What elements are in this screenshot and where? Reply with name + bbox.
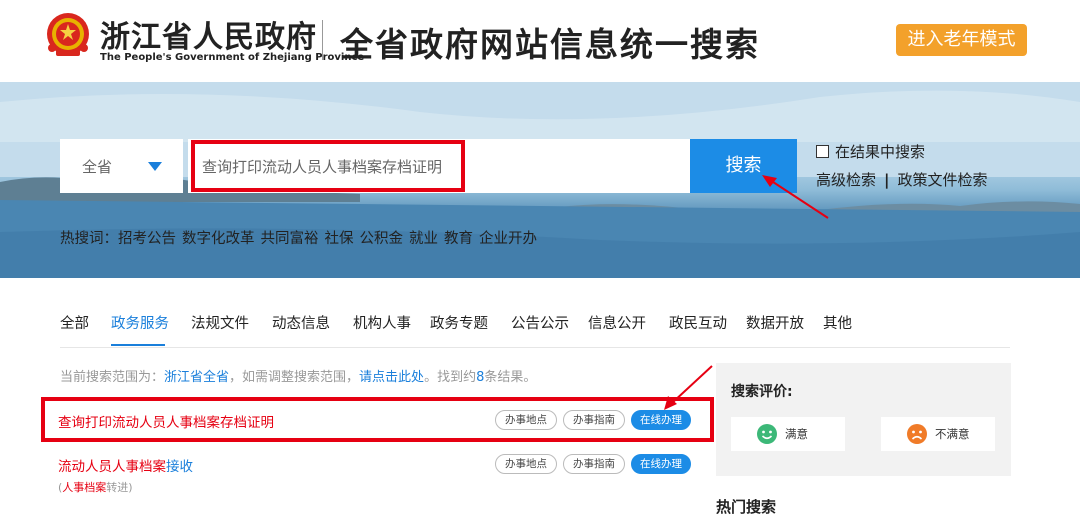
checkbox-icon xyxy=(816,145,829,158)
office-location-button[interactable]: 办事地点 xyxy=(495,410,557,430)
service-guide-button[interactable]: 办事指南 xyxy=(563,410,625,430)
scope-select-label: 全省 xyxy=(82,158,113,176)
rating-title: 搜索评价: xyxy=(731,384,793,400)
scope-select[interactable]: 全省 xyxy=(60,139,183,193)
scope-note-found: 。找到约 xyxy=(424,370,477,385)
tab-personnel[interactable]: 机构人事 xyxy=(353,312,411,333)
result-item: 流动人员人事档案接收 (人事档案转进) xyxy=(58,455,193,495)
result-title-link[interactable]: 流动人员人事档案接收 xyxy=(58,455,193,475)
scope-note-suffix: 条结果。 xyxy=(484,370,537,385)
hot-word[interactable]: 数字化改革 xyxy=(182,231,255,247)
scope-note-prefix: 当前搜索范围为： xyxy=(60,370,165,385)
search-in-results-checkbox[interactable]: 在结果中搜索 xyxy=(816,141,925,162)
site-name-en: The People's Government of Zhejiang Prov… xyxy=(100,52,365,63)
hot-word[interactable]: 公积金 xyxy=(360,231,404,247)
header-divider xyxy=(322,20,323,60)
search-in-results-label: 在结果中搜索 xyxy=(835,143,926,161)
advanced-search-link[interactable]: 高级检索 xyxy=(816,171,876,189)
result-title-keyword: 流动人员人事档案 xyxy=(58,459,166,475)
search-rating-panel: 搜索评价: 满意 不满意 xyxy=(716,363,1011,476)
change-scope-link[interactable]: 请点击此处 xyxy=(359,370,424,385)
tab-disclosure[interactable]: 信息公开 xyxy=(588,312,646,333)
tab-all[interactable]: 全部 xyxy=(60,312,89,333)
advanced-links: 高级检索 | 政策文件检索 xyxy=(816,169,988,190)
hot-word[interactable]: 社保 xyxy=(325,231,354,247)
hot-word[interactable]: 就业 xyxy=(409,231,438,247)
result-subtitle: (人事档案转进) xyxy=(58,479,193,495)
elder-mode-button[interactable]: 进入老年模式 xyxy=(896,24,1027,56)
link-separator: | xyxy=(884,171,890,189)
tab-interaction[interactable]: 政民互动 xyxy=(669,312,727,333)
unsatisfied-button[interactable]: 不满意 xyxy=(881,417,995,451)
hot-word[interactable]: 共同富裕 xyxy=(261,231,319,247)
result-title-rest: 接收 xyxy=(166,459,193,475)
unsatisfied-label: 不满意 xyxy=(935,427,970,441)
national-emblem-icon xyxy=(47,13,89,56)
search-scope-note: 当前搜索范围为：浙江省全省，如需调整搜索范围，请点击此处。找到约8条结果。 xyxy=(60,366,536,385)
tab-announcements[interactable]: 公告公示 xyxy=(511,312,569,333)
service-guide-button[interactable]: 办事指南 xyxy=(563,454,625,474)
satisfied-label: 满意 xyxy=(785,427,808,441)
tab-news[interactable]: 动态信息 xyxy=(272,312,330,333)
hot-word[interactable]: 招考公告 xyxy=(118,231,176,247)
active-tab-underline xyxy=(111,344,165,346)
satisfied-button[interactable]: 满意 xyxy=(731,417,845,451)
hot-word[interactable]: 企业开办 xyxy=(479,231,537,247)
policy-search-link[interactable]: 政策文件检索 xyxy=(898,171,988,189)
hot-word[interactable]: 教育 xyxy=(444,231,473,247)
tab-open-data[interactable]: 数据开放 xyxy=(746,312,804,333)
scope-name: 浙江省全省 xyxy=(164,370,230,385)
page-heading: 全省政府网站信息统一搜索 xyxy=(340,25,760,64)
office-location-button[interactable]: 办事地点 xyxy=(495,454,557,474)
result-sub-keyword: 人事档案 xyxy=(62,481,107,494)
smile-face-icon xyxy=(757,424,777,444)
search-input[interactable] xyxy=(188,139,690,193)
result-item: 查询打印流动人员人事档案存档证明 xyxy=(58,411,274,431)
tab-other[interactable]: 其他 xyxy=(823,312,852,333)
site-name: 浙江省人民政府 xyxy=(100,20,317,55)
hot-search-heading: 热门搜索 xyxy=(716,498,777,516)
category-tabs: 全部 政务服务 法规文件 动态信息 机构人事 政务专题 公告公示 信息公开 政民… xyxy=(60,310,1010,348)
scope-note-middle: ，如需调整搜索范围， xyxy=(229,370,360,385)
arrow-line xyxy=(671,365,713,404)
hot-words-label: 热搜词： xyxy=(60,231,118,247)
search-button[interactable]: 搜索 xyxy=(690,139,797,193)
online-service-button[interactable]: 在线办理 xyxy=(631,454,691,474)
tab-government-services[interactable]: 政务服务 xyxy=(111,312,169,333)
triangle-down-icon xyxy=(148,162,162,171)
arrow-head-icon xyxy=(664,396,677,410)
hot-search-words: 热搜词：招考公告 数字化改革 共同富裕 社保 公积金 就业 教育 企业开办 xyxy=(60,227,543,248)
tab-regulations[interactable]: 法规文件 xyxy=(191,312,249,333)
online-service-button[interactable]: 在线办理 xyxy=(631,410,691,430)
sad-face-icon xyxy=(907,424,927,444)
site-header: 浙江省人民政府 The People's Government of Zheji… xyxy=(0,0,1080,82)
result-sub-rest: 转进) xyxy=(106,481,133,494)
result-title-link[interactable]: 查询打印流动人员人事档案存档证明 xyxy=(58,411,274,431)
tab-topics[interactable]: 政务专题 xyxy=(430,312,488,333)
